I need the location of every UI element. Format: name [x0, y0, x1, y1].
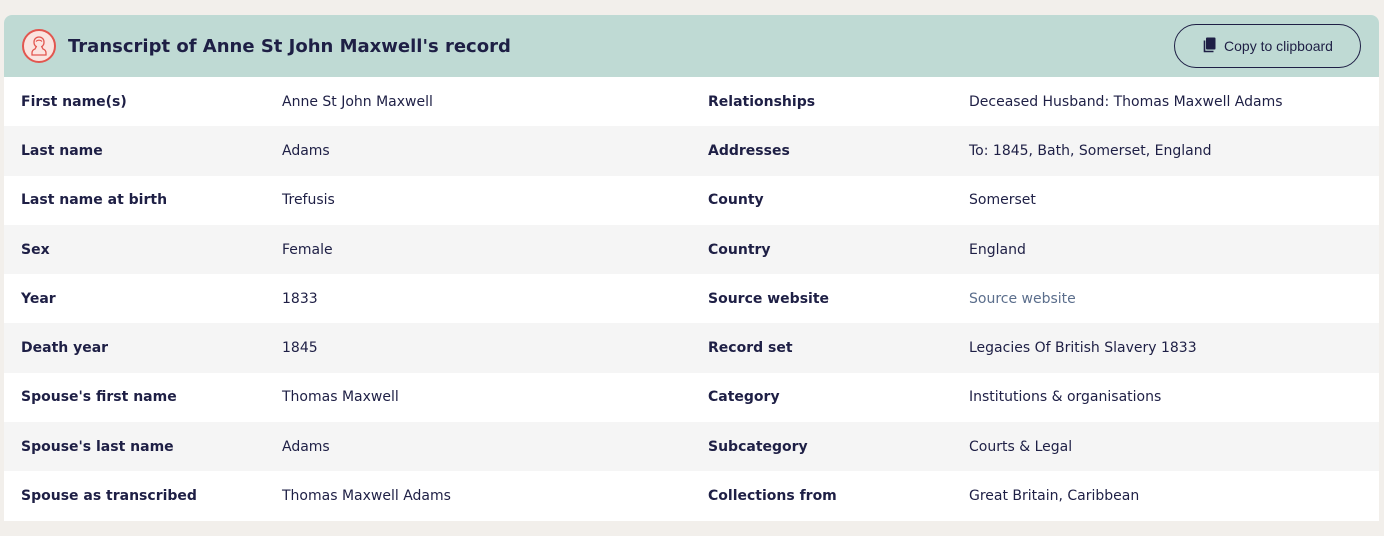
field-label: County — [708, 192, 764, 209]
source-website-link[interactable]: Source website — [969, 291, 1076, 307]
table-row: Spouse's first name Thomas Maxwell Categ… — [4, 373, 1379, 422]
copy-button-label: Copy to clipboard — [1224, 38, 1333, 54]
page-title: Transcript of Anne St John Maxwell's rec… — [68, 35, 511, 57]
field-value: Trefusis — [282, 192, 335, 209]
field-value: Courts & Legal — [969, 438, 1073, 455]
field-value: Great Britain, Caribbean — [969, 488, 1140, 505]
field-label: Spouse's first name — [21, 389, 177, 406]
copy-to-clipboard-button[interactable]: Copy to clipboard — [1174, 24, 1361, 68]
field-value: 1833 — [282, 290, 318, 307]
copy-icon — [1202, 37, 1216, 56]
field-value: Adams — [282, 438, 330, 455]
field-value: To: 1845, Bath, Somerset, England — [969, 142, 1212, 159]
field-value: Thomas Maxwell Adams — [282, 488, 451, 505]
field-value: 1845 — [282, 340, 318, 357]
field-label: Spouse's last name — [21, 438, 174, 455]
field-label: Relationships — [708, 93, 816, 110]
table-row: Last name Adams Addresses To: 1845, Bath… — [4, 126, 1379, 176]
field-value: Anne St John Maxwell — [282, 93, 433, 110]
field-label: Category — [708, 389, 780, 406]
field-value: Thomas Maxwell — [282, 389, 399, 406]
field-label: Last name at birth — [21, 192, 168, 209]
field-label: Collections from — [708, 488, 837, 505]
field-label: First name(s) — [21, 93, 127, 110]
field-value: Female — [282, 241, 333, 258]
field-value: England — [969, 241, 1026, 258]
table-row: Death year 1845 Record set Legacies Of B… — [4, 323, 1379, 373]
field-label: Record set — [708, 340, 793, 357]
field-label: Spouse as transcribed — [21, 488, 197, 505]
field-value: Legacies Of British Slavery 1833 — [969, 340, 1197, 357]
field-value: Adams — [282, 142, 330, 159]
table-row: Sex Female Country England — [4, 224, 1379, 275]
field-label: Sex — [21, 241, 50, 258]
field-label: Country — [708, 241, 771, 258]
field-value: Institutions & organisations — [969, 389, 1162, 406]
field-label: Subcategory — [708, 438, 808, 455]
field-label: Death year — [21, 340, 109, 357]
table-row: Year 1833 Source website Source website — [4, 274, 1379, 323]
record-transcript-card: Transcript of Anne St John Maxwell's rec… — [4, 15, 1379, 521]
field-label: Addresses — [708, 142, 790, 159]
table-row: Last name at birth Trefusis County Somer… — [4, 176, 1379, 225]
field-label: Year — [21, 290, 56, 307]
field-value: Deceased Husband: Thomas Maxwell Adams — [969, 93, 1283, 110]
record-table: First name(s) Anne St John Maxwell Relat… — [4, 77, 1379, 521]
table-row: Spouse as transcribed Thomas Maxwell Ada… — [4, 471, 1379, 520]
field-value: Somerset — [969, 192, 1036, 209]
field-label: Source website — [708, 290, 830, 307]
table-row: First name(s) Anne St John Maxwell Relat… — [4, 77, 1379, 126]
person-portrait-icon — [22, 29, 56, 63]
field-label: Last name — [21, 142, 103, 159]
transcript-header: Transcript of Anne St John Maxwell's rec… — [4, 15, 1379, 77]
table-row: Spouse's last name Adams Subcategory Cou… — [4, 422, 1379, 472]
